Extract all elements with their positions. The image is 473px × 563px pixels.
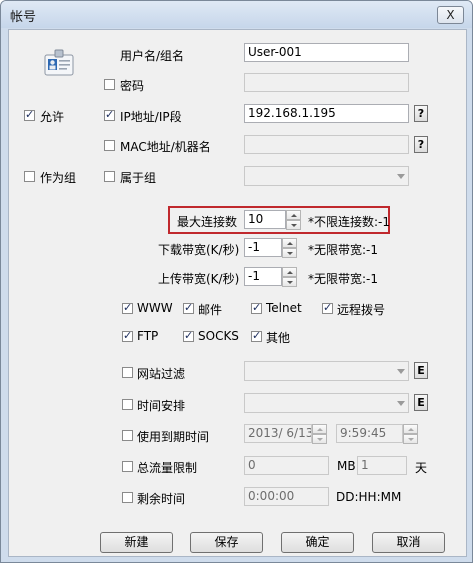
username-label: 用户名/组名 (120, 49, 185, 63)
quota-checkbox[interactable] (122, 461, 133, 472)
expiry-label: 使用到期时间 (137, 430, 210, 444)
as-group-label: 作为组 (40, 171, 77, 185)
mac-checkbox[interactable] (104, 140, 115, 151)
chevron-down-icon (397, 401, 405, 406)
username-input[interactable]: User-001 (244, 43, 409, 62)
service-other-label: 其他 (266, 331, 291, 345)
download-bandwidth-hint: *无限带宽:-1 (308, 243, 379, 257)
remaining-time-input[interactable]: 0:00:00 (244, 487, 329, 506)
ip-checkbox[interactable] (104, 108, 115, 121)
service-ftp-checkbox[interactable] (122, 329, 133, 342)
user-card-icon (43, 46, 75, 78)
download-bandwidth-label: 下载带宽(K/秒) (158, 243, 240, 257)
web-filter-checkbox[interactable] (122, 367, 133, 378)
close-icon: X (446, 8, 455, 22)
max-connections-input[interactable]: 10 (244, 210, 286, 229)
service-ftp-label: FTP (137, 329, 159, 343)
max-connections-spinner[interactable] (286, 210, 301, 230)
web-filter-edit-button[interactable]: E (414, 362, 428, 379)
service-other-checkbox[interactable] (251, 329, 262, 342)
download-bandwidth-spinner[interactable] (282, 238, 297, 258)
save-button[interactable]: 保存 (190, 532, 263, 553)
as-group-checkbox[interactable] (24, 171, 35, 182)
web-filter-label: 网站过滤 (137, 367, 186, 381)
expiry-time-spinner[interactable] (403, 424, 418, 444)
password-input[interactable] (244, 73, 409, 92)
expiry-date-input[interactable]: 2013/ 6/13 (244, 424, 312, 443)
mac-input[interactable] (244, 135, 409, 154)
password-label: 密码 (120, 79, 145, 93)
chevron-down-icon (397, 369, 405, 374)
service-dialup-checkbox[interactable] (322, 301, 333, 314)
remaining-time-label: 剩余时间 (137, 492, 186, 506)
download-bandwidth-input[interactable]: -1 (244, 238, 282, 257)
schedule-label: 时间安排 (137, 399, 186, 413)
cancel-button[interactable]: 取消 (372, 532, 445, 553)
upload-bandwidth-spinner[interactable] (282, 267, 297, 287)
ip-label: IP地址/IP段 (120, 110, 182, 124)
belongs-group-checkbox[interactable] (104, 171, 115, 182)
mac-label: MAC地址/机器名 (120, 140, 211, 154)
ip-input[interactable]: 192.168.1.195 (244, 104, 409, 123)
ok-button[interactable]: 确定 (281, 532, 354, 553)
service-telnet-checkbox[interactable] (251, 301, 262, 314)
max-connections-hint: *不限连接数:-1 (308, 215, 391, 229)
chevron-down-icon (397, 174, 405, 179)
upload-bandwidth-label: 上传带宽(K/秒) (158, 272, 240, 286)
close-button[interactable]: X (437, 6, 464, 24)
expiry-checkbox[interactable] (122, 430, 133, 441)
quota-unit-mb: MB (337, 459, 356, 473)
new-button[interactable]: 新建 (100, 532, 173, 553)
schedule-select[interactable] (244, 393, 409, 413)
allow-label: 允许 (40, 110, 65, 124)
quota-label: 总流量限制 (137, 461, 198, 475)
belongs-group-label: 属于组 (120, 171, 157, 185)
mac-help-button[interactable]: ? (414, 136, 428, 153)
service-www-label: WWW (137, 301, 173, 315)
service-socks-label: SOCKS (198, 329, 239, 343)
account-dialog: 帐号 X 用户名/组名 User-001 密码 允许 IP地 (0, 0, 473, 563)
expiry-date-spinner[interactable] (312, 424, 327, 444)
remaining-time-checkbox[interactable] (122, 492, 133, 503)
remaining-time-format: DD:HH:MM (336, 490, 402, 504)
web-filter-select[interactable] (244, 361, 409, 381)
service-socks-checkbox[interactable] (183, 329, 194, 342)
max-connections-label: 最大连接数 (177, 215, 238, 229)
schedule-checkbox[interactable] (122, 399, 133, 410)
service-telnet-label: Telnet (266, 301, 302, 315)
allow-checkbox[interactable] (24, 108, 35, 121)
expiry-time-input[interactable]: 9:59:45 (336, 424, 403, 443)
quota-days-input[interactable]: 1 (357, 456, 407, 475)
dialog-body: 用户名/组名 User-001 密码 允许 IP地址/IP段 192.168.1… (8, 29, 467, 557)
password-checkbox[interactable] (104, 79, 115, 90)
upload-bandwidth-input[interactable]: -1 (244, 267, 282, 286)
ip-help-button[interactable]: ? (414, 105, 428, 122)
title-bar[interactable]: 帐号 X (1, 1, 472, 28)
quota-input[interactable]: 0 (244, 456, 329, 475)
group-select[interactable] (244, 166, 409, 186)
service-dialup-label: 远程拨号 (337, 303, 386, 317)
schedule-edit-button[interactable]: E (414, 394, 428, 411)
service-www-checkbox[interactable] (122, 301, 133, 314)
quota-unit-day: 天 (415, 461, 428, 475)
service-mail-checkbox[interactable] (183, 301, 194, 314)
service-mail-label: 邮件 (198, 303, 223, 317)
upload-bandwidth-hint: *无限带宽:-1 (308, 272, 379, 286)
window-title: 帐号 (10, 10, 37, 25)
